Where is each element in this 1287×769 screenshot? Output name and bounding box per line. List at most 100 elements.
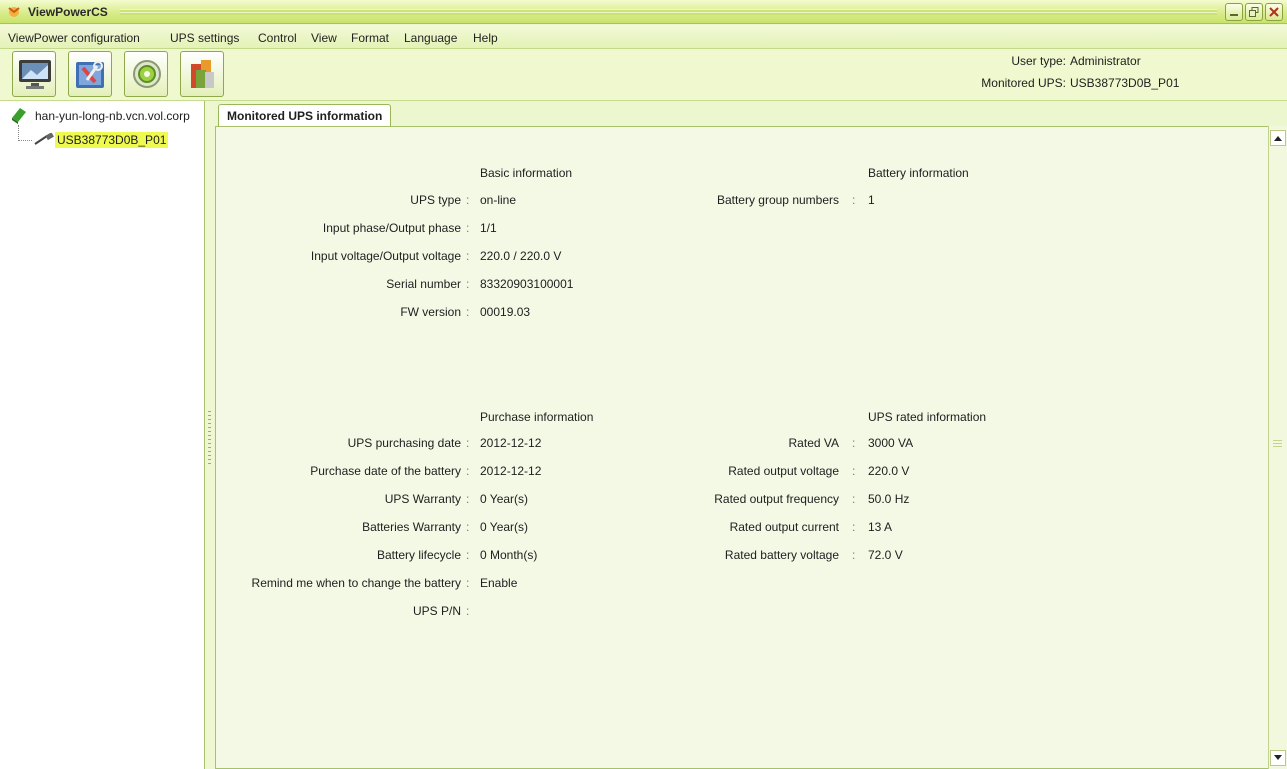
remind-battery-value: Enable — [480, 576, 518, 590]
arrow-down-icon — [1274, 755, 1282, 760]
tree-root-node[interactable]: han-yun-long-nb.vcn.vol.corp — [35, 109, 190, 123]
serial-number-label: Serial number — [386, 277, 461, 291]
colon: : — [466, 492, 470, 506]
minimize-button[interactable] — [1225, 3, 1243, 21]
maximize-button[interactable] — [1245, 3, 1263, 21]
monitored-ups-value: USB38773D0B_P01 — [1070, 76, 1180, 90]
fw-version-label: FW version — [400, 305, 461, 319]
device-tree: han-yun-long-nb.vcn.vol.corp USB38773D0B… — [0, 101, 205, 769]
menu-bar: ViewPower configuration UPS settings Con… — [0, 25, 1287, 49]
tree-connector — [18, 125, 32, 141]
batteries-warranty-value: 0 Year(s) — [480, 520, 529, 534]
colon: : — [466, 576, 470, 590]
phase-label: Input phase/Output phase — [322, 221, 461, 235]
colon: : — [852, 436, 856, 450]
rated-output-frequency-value: 50.0 Hz — [868, 492, 910, 506]
menu-help[interactable]: Help — [473, 31, 498, 45]
rated-output-current-value: 13 A — [868, 520, 893, 534]
colon: : — [466, 277, 470, 291]
remind-battery-label: Remind me when to change the battery — [251, 576, 461, 590]
settings-gear-icon — [133, 60, 161, 88]
tree-ups-node[interactable]: USB38773D0B_P01 — [55, 132, 169, 148]
colon: : — [466, 249, 470, 263]
ups-purchasing-date-value: 2012-12-12 — [480, 436, 542, 450]
monitored-ups-label: Monitored UPS: — [981, 76, 1066, 90]
colon: : — [852, 464, 856, 478]
tab-monitored-ups-information[interactable]: Monitored UPS information — [218, 104, 392, 127]
monitor-button[interactable] — [12, 51, 56, 97]
purchase-information-title: Purchase information — [480, 410, 594, 424]
ups-warranty-label: UPS Warranty — [384, 492, 461, 506]
arrow-up-icon — [1274, 136, 1282, 141]
scroll-up-button[interactable] — [1270, 130, 1286, 146]
menu-view[interactable]: View — [311, 31, 337, 45]
basic-information-title: Basic information — [480, 166, 573, 180]
rated-battery-voltage-label: Rated battery voltage — [724, 548, 839, 562]
rated-va-value: 3000 VA — [868, 436, 914, 450]
monitor-icon — [19, 60, 51, 89]
voltage-label: Input voltage/Output voltage — [310, 249, 461, 263]
serial-number-value: 83320903100001 — [480, 277, 574, 291]
minimize-icon — [1230, 14, 1238, 16]
vertical-scrollbar[interactable] — [1268, 126, 1287, 769]
battery-group-value: 1 — [868, 193, 875, 207]
battery-chart-icon — [191, 60, 214, 88]
colon: : — [852, 548, 856, 562]
fw-version-value: 00019.03 — [480, 305, 531, 319]
rated-output-frequency-label: Rated output frequency — [714, 492, 839, 506]
colon: : — [466, 193, 470, 207]
battery-purchase-date-label: Purchase date of the battery — [310, 464, 461, 478]
rated-va-label: Rated VA — [788, 436, 839, 450]
tools-icon — [76, 61, 104, 88]
colon: : — [852, 193, 856, 207]
colon: : — [466, 604, 470, 618]
battery-group-label: Battery group numbers — [716, 193, 839, 207]
ups-rated-information-title: UPS rated information — [868, 410, 987, 424]
close-icon — [1269, 7, 1279, 17]
battery-information-title: Battery information — [868, 166, 969, 180]
phase-value: 1/1 — [480, 221, 497, 235]
rated-output-voltage-value: 220.0 V — [868, 464, 910, 478]
restore-icon — [1249, 7, 1259, 17]
title-grip — [120, 9, 1217, 15]
panel-splitter[interactable] — [205, 101, 215, 769]
data-log-button[interactable] — [180, 51, 224, 97]
colon: : — [466, 221, 470, 235]
configuration-button[interactable] — [68, 51, 112, 97]
menu-format[interactable]: Format — [351, 31, 389, 45]
settings-button[interactable] — [124, 51, 168, 97]
colon: : — [466, 548, 470, 562]
title-bar: ViewPowerCS — [0, 0, 1287, 24]
splitter-grip — [208, 411, 211, 466]
colon: : — [466, 464, 470, 478]
ups-pn-label: UPS P/N — [412, 604, 461, 618]
scroll-thumb-grip[interactable] — [1273, 440, 1282, 448]
window-title: ViewPowerCS — [28, 5, 108, 19]
colon: : — [852, 492, 856, 506]
computer-node-icon — [12, 108, 26, 124]
user-type-value: Administrator — [1070, 54, 1141, 68]
menu-control[interactable]: Control — [258, 31, 297, 45]
user-type-label: User type: — [1011, 54, 1066, 68]
toolbar: User type: Administrator Monitored UPS: … — [0, 49, 1287, 101]
colon: : — [466, 436, 470, 450]
close-button[interactable] — [1265, 3, 1283, 21]
menu-viewpower-configuration[interactable]: ViewPower configuration — [8, 31, 140, 45]
battery-lifecycle-value: 0 Month(s) — [480, 548, 538, 562]
ups-type-label: UPS type — [410, 193, 461, 207]
colon: : — [466, 305, 470, 319]
menu-language[interactable]: Language — [404, 31, 457, 45]
rated-battery-voltage-value: 72.0 V — [868, 548, 903, 562]
rated-output-current-label: Rated output current — [729, 520, 839, 534]
batteries-warranty-label: Batteries Warranty — [362, 520, 461, 534]
battery-purchase-date-value: 2012-12-12 — [480, 464, 542, 478]
ups-purchasing-date-label: UPS purchasing date — [347, 436, 461, 450]
voltage-value: 220.0 / 220.0 V — [480, 249, 562, 263]
battery-lifecycle-label: Battery lifecycle — [376, 548, 461, 562]
app-logo-icon — [8, 7, 20, 17]
ups-warranty-value: 0 Year(s) — [480, 492, 529, 506]
menu-ups-settings[interactable]: UPS settings — [170, 31, 239, 45]
scroll-down-button[interactable] — [1270, 750, 1286, 766]
usb-cable-icon — [34, 133, 54, 145]
colon: : — [466, 520, 470, 534]
